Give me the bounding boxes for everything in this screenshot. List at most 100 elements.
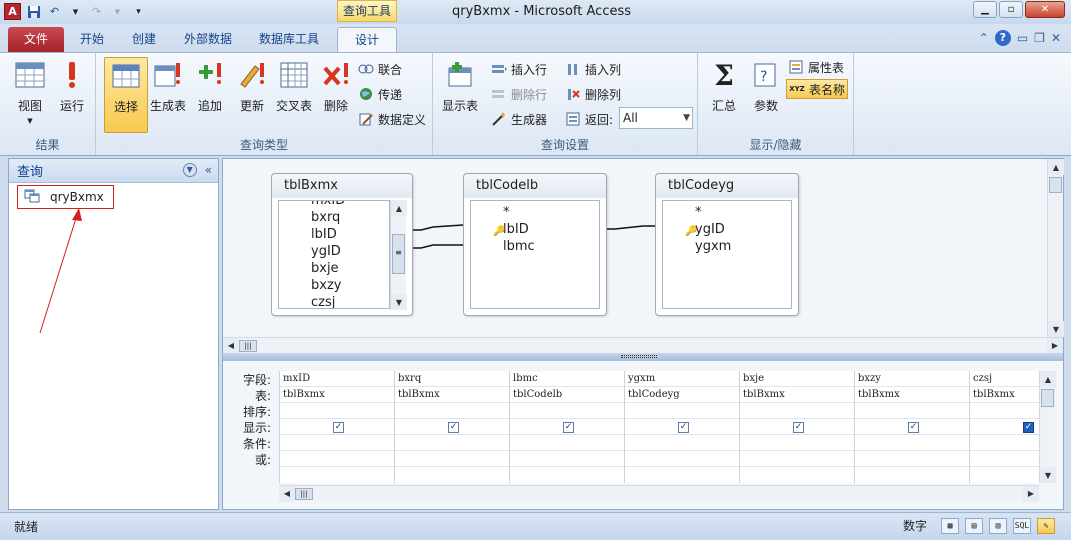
show-checkbox[interactable]: ✓ (563, 422, 574, 433)
pane-splitter[interactable] (223, 353, 1063, 361)
scroll-down-icon[interactable]: ▼ (1048, 321, 1064, 337)
tab-external-data[interactable]: 外部数据 (176, 27, 240, 52)
show-checkbox[interactable]: ✓ (793, 422, 804, 433)
grid-column[interactable]: lbmc tblCodelb ✓ (510, 371, 625, 483)
table-pane-hscroll[interactable]: ◀ ||| ▶ (223, 337, 1063, 354)
scroll-thumb[interactable]: ||| (239, 339, 257, 352)
grid-criteria-cell[interactable] (395, 435, 509, 451)
scroll-thumb[interactable] (1041, 389, 1054, 407)
grid-criteria-cell[interactable] (280, 435, 394, 451)
grid-criteria-cell[interactable] (510, 435, 624, 451)
grid-table-cell[interactable]: tblBxmx (740, 387, 854, 403)
combo-dropdown-icon[interactable]: ▼ (683, 108, 690, 128)
undo-icon[interactable]: ↶ (46, 3, 63, 20)
run-button[interactable]: 运行 (50, 57, 94, 133)
help-icon[interactable]: ? (994, 30, 1011, 46)
scroll-left-icon[interactable]: ◀ (279, 485, 295, 502)
grid-field-cell[interactable]: lbmc (510, 371, 624, 387)
append-button[interactable]: 追加 (188, 57, 232, 133)
redo-icon[interactable]: ↷ (88, 3, 105, 20)
access-logo-icon[interactable]: A (4, 3, 21, 20)
splitter-grip[interactable] (621, 355, 657, 358)
delete-columns-button[interactable]: 删除列 (565, 84, 621, 104)
nav-header[interactable]: 查询 ▼ « (9, 159, 218, 183)
tab-create[interactable]: 创建 (124, 27, 164, 52)
nav-item-query[interactable]: qryBxmx (17, 185, 114, 209)
select-query-button[interactable]: 选择 (104, 57, 148, 133)
save-icon[interactable] (25, 3, 42, 20)
sql-view-button[interactable]: SQL (1013, 517, 1031, 534)
show-checkbox[interactable]: ✓ (908, 422, 919, 433)
make-table-button[interactable]: 生成表 (146, 57, 190, 133)
grid-field-cell[interactable]: mxID (280, 371, 394, 387)
scroll-thumb[interactable] (1049, 177, 1062, 193)
grid-or-cell[interactable] (280, 451, 394, 467)
view-button[interactable]: 视图 ▼ (8, 57, 52, 133)
undo-dropdown-icon[interactable]: ▼ (67, 3, 84, 20)
grid-column[interactable]: ygxm tblCodeyg ✓ (625, 371, 740, 483)
grid-or-cell[interactable] (395, 451, 509, 467)
grid-field-cell[interactable]: bxzy (855, 371, 969, 387)
grid-field-cell[interactable]: bxje (740, 371, 854, 387)
scroll-down-icon[interactable]: ▼ (1040, 467, 1056, 483)
grid-or-cell[interactable] (970, 451, 1039, 467)
pivottable-view-icon[interactable]: ▤ (965, 517, 983, 534)
insert-rows-button[interactable]: 插入行 (491, 59, 547, 79)
nav-menu-chevron-icon[interactable]: ▼ (182, 163, 197, 177)
scroll-right-icon[interactable]: ▶ (1047, 337, 1063, 354)
tab-home[interactable]: 开始 (72, 27, 112, 52)
data-definition-button[interactable]: 数据定义 (358, 109, 426, 129)
nav-collapse-icon[interactable]: « (205, 163, 212, 177)
datasheet-view-icon[interactable]: ▦ (941, 517, 959, 534)
close-button[interactable]: ✕ (1025, 1, 1065, 18)
totals-button[interactable]: Σ 汇总 (702, 57, 746, 133)
grid-criteria-cell[interactable] (625, 435, 739, 451)
scroll-thumb[interactable]: ||| (295, 487, 313, 500)
show-checkbox[interactable]: ✓ (333, 422, 344, 433)
grid-or-cell[interactable] (855, 451, 969, 467)
collapse-ribbon-icon[interactable]: ⌃ (979, 31, 989, 45)
grid-or-cell[interactable] (740, 451, 854, 467)
property-sheet-button[interactable]: 属性表 (788, 57, 844, 77)
grid-table-cell[interactable]: tblBxmx (280, 387, 394, 403)
grid-sort-cell[interactable] (510, 403, 624, 419)
parameters-button[interactable]: ? 参数 (744, 57, 788, 133)
grid-column[interactable]: czsj tblBxmx ✓ (970, 371, 1039, 483)
customize-qat-icon[interactable]: ▾ (130, 3, 147, 20)
tab-design[interactable]: 设计 (337, 27, 397, 52)
grid-sort-cell[interactable] (395, 403, 509, 419)
grid-sort-cell[interactable] (625, 403, 739, 419)
grid-criteria-cell[interactable] (855, 435, 969, 451)
builder-button[interactable]: 生成器 (491, 109, 547, 129)
grid-table-cell[interactable]: tblBxmx (970, 387, 1039, 403)
doc-close-icon[interactable]: ✕ (1051, 31, 1061, 45)
maximize-button[interactable]: ▫ (999, 1, 1023, 18)
doc-minimize-icon[interactable]: ▭ (1017, 31, 1028, 45)
grid-table-cell[interactable]: tblBxmx (855, 387, 969, 403)
return-combo[interactable]: All ▼ (619, 107, 693, 129)
show-checkbox[interactable]: ✓ (448, 422, 459, 433)
delete-rows-button[interactable]: 删除行 (491, 84, 547, 104)
redo-dropdown-icon[interactable]: ▼ (109, 3, 126, 20)
doc-restore-icon[interactable]: ❐ (1034, 31, 1045, 45)
scroll-up-icon[interactable]: ▲ (1048, 159, 1064, 175)
grid-field-cell[interactable]: czsj (970, 371, 1039, 387)
union-button[interactable]: 联合 (358, 59, 402, 79)
insert-columns-button[interactable]: 插入列 (565, 59, 621, 79)
grid-table-cell[interactable]: tblBxmx (395, 387, 509, 403)
grid-column[interactable]: bxrq tblBxmx ✓ (395, 371, 510, 483)
crosstab-button[interactable]: 交叉表 (272, 57, 316, 133)
show-table-button[interactable]: 显示表 (437, 57, 483, 133)
grid-sort-cell[interactable] (855, 403, 969, 419)
grid-hscroll[interactable]: ◀ ||| ▶ (279, 485, 1039, 502)
grid-vscroll[interactable]: ▲ ▼ (1039, 371, 1056, 483)
grid-or-cell[interactable] (625, 451, 739, 467)
grid-table-cell[interactable]: tblCodelb (510, 387, 624, 403)
grid-criteria-cell[interactable] (970, 435, 1039, 451)
grid-sort-cell[interactable] (970, 403, 1039, 419)
tab-file[interactable]: 文件 (8, 27, 64, 52)
tab-database-tools[interactable]: 数据库工具 (250, 27, 328, 52)
grid-or-cell[interactable] (510, 451, 624, 467)
scroll-left-icon[interactable]: ◀ (223, 337, 239, 354)
show-checkbox[interactable]: ✓ (678, 422, 689, 433)
